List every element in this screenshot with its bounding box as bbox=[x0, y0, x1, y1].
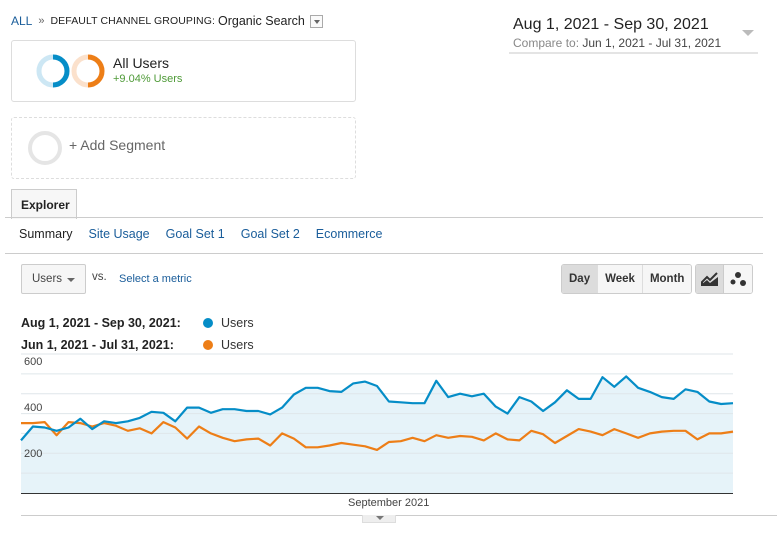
period-toggle: Day Week Month bbox=[561, 264, 693, 294]
metric-select[interactable]: Users bbox=[21, 264, 86, 294]
breadcrumb: ALL » DEFAULT CHANNEL GROUPING: Organic … bbox=[11, 14, 323, 28]
y-tick-label-400: 400 bbox=[24, 402, 43, 414]
segment-card-all-users[interactable]: All Users +9.04% Users bbox=[11, 40, 356, 102]
x-tick-label: September 2021 bbox=[348, 497, 430, 509]
tab-divider bbox=[5, 217, 763, 218]
legend-item-primary: Aug 1, 2021 - Sep 30, 2021: Users bbox=[21, 312, 254, 334]
users-line-chart: 600 400 200 September 2021 bbox=[0, 340, 777, 536]
dimension-dropdown-caret-icon[interactable] bbox=[309, 14, 323, 28]
month-button[interactable]: Month bbox=[641, 265, 692, 293]
line-chart-icon bbox=[700, 272, 718, 286]
date-range-picker[interactable]: Aug 1, 2021 - Sep 30, 2021 Compare to: J… bbox=[509, 14, 758, 54]
add-segment-label: + Add Segment bbox=[69, 137, 166, 153]
subtab-site-usage[interactable]: Site Usage bbox=[88, 227, 149, 241]
week-button[interactable]: Week bbox=[597, 265, 642, 293]
legend-metric: Users bbox=[221, 316, 254, 330]
subtab-summary[interactable]: Summary bbox=[19, 227, 72, 241]
scrollbar-track bbox=[21, 515, 777, 516]
motion-chart-icon bbox=[730, 272, 746, 286]
segment-ring-icon-compare bbox=[71, 54, 105, 88]
tab-explorer[interactable]: Explorer bbox=[11, 189, 77, 219]
y-tick-label-200: 200 bbox=[24, 448, 43, 460]
date-range-compare: Compare to: Jun 1, 2021 - Jul 31, 2021 bbox=[513, 36, 721, 50]
dimension-value: Organic Search bbox=[218, 14, 305, 28]
caret-down-icon bbox=[742, 30, 754, 36]
add-segment-button[interactable]: + Add Segment bbox=[11, 117, 356, 179]
line-chart-button[interactable] bbox=[696, 265, 724, 293]
date-range-primary: Aug 1, 2021 - Sep 30, 2021 bbox=[513, 16, 709, 33]
legend-dot-icon bbox=[203, 318, 213, 328]
segment-change: +9.04% Users bbox=[113, 73, 183, 85]
subtab-divider bbox=[5, 253, 763, 254]
compare-label: Compare to: bbox=[513, 36, 580, 50]
chart-type-toggle bbox=[695, 264, 753, 294]
day-button[interactable]: Day bbox=[562, 265, 598, 293]
subtab-bar: Summary Site Usage Goal Set 1 Goal Set 2… bbox=[19, 227, 398, 241]
motion-chart-button[interactable] bbox=[724, 265, 752, 293]
breadcrumb-all-link[interactable]: ALL bbox=[11, 14, 32, 28]
subtab-goal-set-2[interactable]: Goal Set 2 bbox=[241, 227, 300, 241]
chart-expand-handle[interactable] bbox=[362, 515, 396, 523]
compare-value: Jun 1, 2021 - Jul 31, 2021 bbox=[582, 36, 722, 50]
y-tick-label-600: 600 bbox=[24, 356, 43, 368]
subtab-goal-set-1[interactable]: Goal Set 1 bbox=[166, 227, 225, 241]
segment-ring-icon-primary bbox=[36, 54, 70, 88]
subtab-ecommerce[interactable]: Ecommerce bbox=[316, 227, 383, 241]
breadcrumb-separator: » bbox=[38, 15, 45, 27]
legend-range: Aug 1, 2021 - Sep 30, 2021: bbox=[21, 316, 181, 330]
select-metric-link[interactable]: Select a metric bbox=[119, 273, 192, 285]
dimension-label: DEFAULT CHANNEL GROUPING: bbox=[50, 15, 215, 27]
vs-label: vs. bbox=[92, 271, 107, 283]
empty-segment-ring-icon bbox=[28, 131, 62, 165]
segment-title: All Users bbox=[113, 55, 170, 71]
